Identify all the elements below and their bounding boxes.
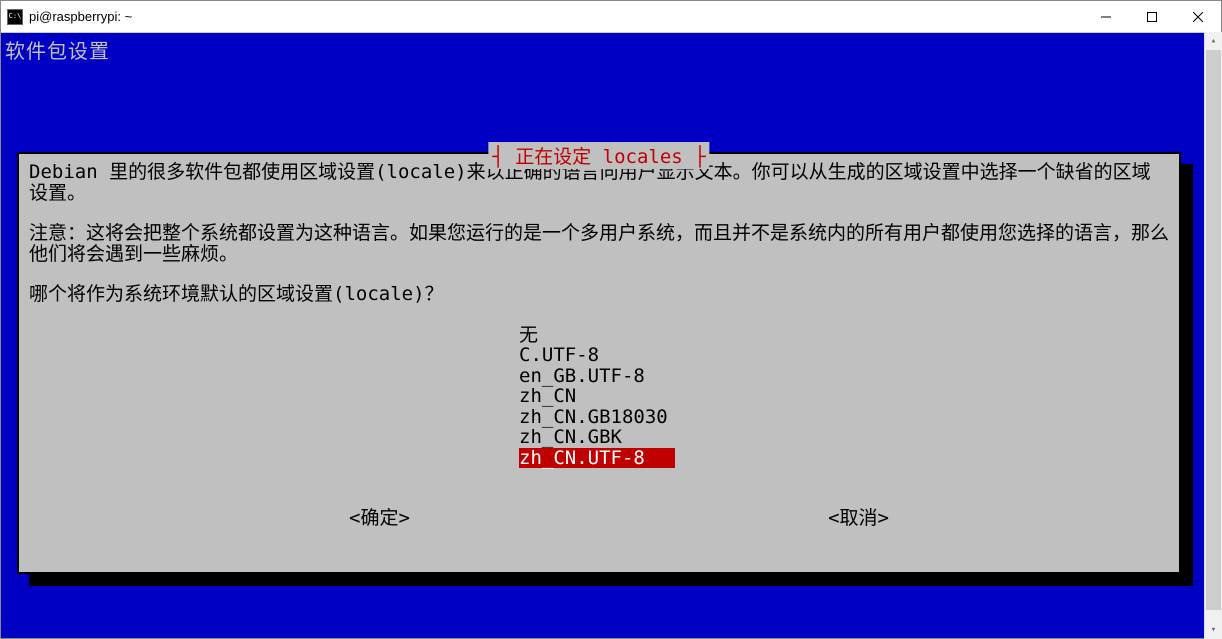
terminal-window: pi@raspberrypi: ~ 软件包设置 ┤ 正在设定 locales ├… xyxy=(0,0,1222,639)
scroll-up-arrow-icon[interactable]: ▴ xyxy=(1205,32,1222,50)
dialog-prompt: 哪个将作为系统环境默认的区域设置(locale)？ xyxy=(29,284,1169,305)
scrollbar-thumb[interactable] xyxy=(1206,50,1221,610)
minimize-button[interactable] xyxy=(1083,1,1129,32)
dialog-button-row: <确定> <取消> xyxy=(29,508,1169,529)
locale-option[interactable]: 无 xyxy=(519,325,1169,346)
locale-option-selected[interactable]: zh_CN.UTF-8 xyxy=(519,448,675,469)
locale-options-list[interactable]: 无 C.UTF-8 en_GB.UTF-8 zh_CN zh_CN.GB1803… xyxy=(519,325,1169,469)
terminal-viewport: 软件包设置 ┤ 正在设定 locales ├ Debian 里的很多软件包都使用… xyxy=(1,33,1221,638)
locale-option[interactable]: zh_CN xyxy=(519,386,1169,407)
locale-option[interactable]: C.UTF-8 xyxy=(519,345,1169,366)
scroll-down-arrow-icon[interactable]: ▾ xyxy=(1205,621,1222,639)
vertical-scrollbar[interactable]: ▴ ▾ xyxy=(1204,32,1222,639)
cancel-button[interactable]: <取消> xyxy=(828,508,889,529)
window-title: pi@raspberrypi: ~ xyxy=(29,9,1083,24)
locale-option[interactable]: zh_CN.GBK xyxy=(519,427,1169,448)
close-button[interactable] xyxy=(1175,1,1221,32)
window-controls xyxy=(1083,1,1221,32)
maximize-button[interactable] xyxy=(1129,1,1175,32)
locale-option[interactable]: en_GB.UTF-8 xyxy=(519,366,1169,387)
window-titlebar[interactable]: pi@raspberrypi: ~ xyxy=(1,1,1221,33)
locale-option[interactable]: zh_CN.GB18030 xyxy=(519,407,1169,428)
dialog-title: ┤ 正在设定 locales ├ xyxy=(488,142,709,169)
app-header: 软件包设置 xyxy=(1,33,1221,66)
locale-dialog: ┤ 正在设定 locales ├ Debian 里的很多软件包都使用区域设置(l… xyxy=(17,152,1181,574)
dialog-paragraph-2: 注意：这将会把整个系统都设置为这种语言。如果您运行的是一个多用户系统，而且并不是… xyxy=(29,223,1169,264)
dialog-content: Debian 里的很多软件包都使用区域设置(locale)来以正确的语言向用户显… xyxy=(19,154,1179,537)
terminal-icon xyxy=(7,9,23,25)
ok-button[interactable]: <确定> xyxy=(349,508,410,529)
